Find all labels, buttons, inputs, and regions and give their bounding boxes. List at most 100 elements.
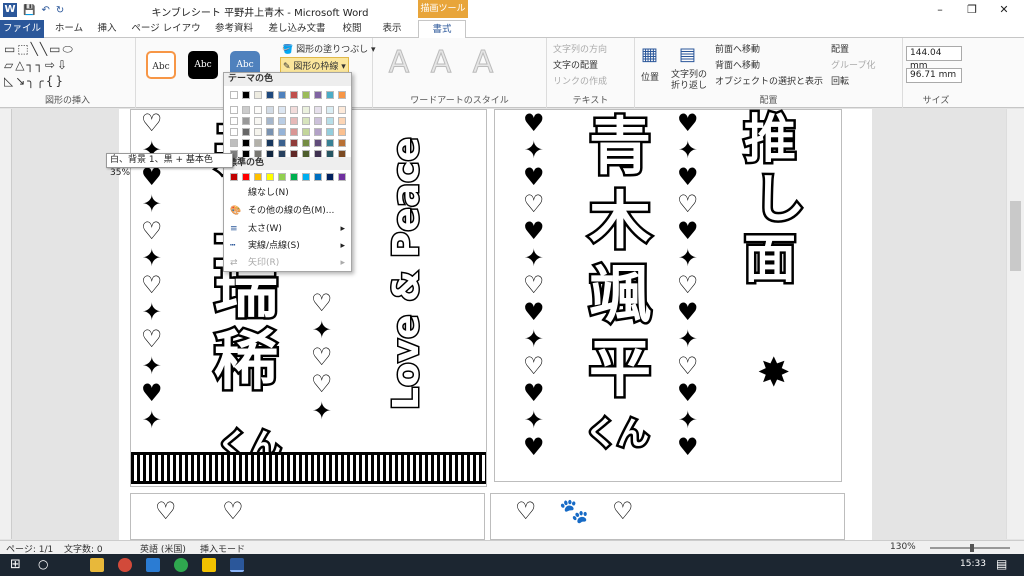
- theme-color-swatch[interactable]: [338, 106, 346, 114]
- dash-item[interactable]: ┅ 実線/点線(S) ▸: [224, 238, 351, 254]
- tab-format[interactable]: 書式: [418, 20, 466, 39]
- standard-color-swatch[interactable]: [266, 173, 274, 181]
- theme-color-swatch[interactable]: [278, 106, 286, 114]
- theme-color-swatch[interactable]: [266, 117, 274, 125]
- align-button[interactable]: 配置: [831, 42, 849, 55]
- theme-color-swatch[interactable]: [314, 117, 322, 125]
- standard-color-swatch[interactable]: [254, 173, 262, 181]
- theme-color-swatch[interactable]: [242, 128, 250, 136]
- tab-page-layout[interactable]: ページ レイアウト: [128, 20, 204, 52]
- word-taskbar-icon[interactable]: [230, 558, 244, 572]
- app-icon[interactable]: [174, 558, 188, 572]
- theme-color-swatch[interactable]: [338, 128, 346, 136]
- height-input[interactable]: 144.04 mm: [906, 46, 962, 71]
- theme-color-swatch[interactable]: [314, 128, 322, 136]
- theme-color-swatch[interactable]: [290, 117, 298, 125]
- edge-icon[interactable]: [146, 558, 160, 572]
- weight-item[interactable]: ≡ 太さ(W) ▸: [224, 221, 351, 237]
- theme-color-swatch[interactable]: [278, 117, 286, 125]
- theme-color-swatch[interactable]: [290, 128, 298, 136]
- theme-color-swatch[interactable]: [326, 117, 334, 125]
- wordart-sample-3[interactable]: A: [465, 45, 501, 80]
- theme-color-swatch[interactable]: [266, 91, 274, 99]
- theme-color-swatch[interactable]: [266, 139, 274, 147]
- style-sample-2[interactable]: Abc: [188, 51, 218, 79]
- position-button[interactable]: 位置: [641, 70, 659, 83]
- sheet-card-3[interactable]: ♥ ✦ ♥ ♡ ♥ ✦ ♡ ♥ ✦ ♡ ♥ ✦ ♥ ♥ ✦ ♥ ♡ ♥ ✦ ♡ …: [494, 108, 842, 482]
- restore-button[interactable]: ❐: [956, 0, 988, 20]
- tab-insert[interactable]: 挿入: [92, 20, 122, 38]
- standard-color-swatch[interactable]: [230, 173, 238, 181]
- minimize-button[interactable]: –: [924, 0, 956, 20]
- standard-color-swatch[interactable]: [314, 173, 322, 181]
- group-button[interactable]: グループ化: [831, 58, 875, 71]
- theme-color-swatch[interactable]: [230, 117, 238, 125]
- theme-color-swatch[interactable]: [314, 139, 322, 147]
- chrome-icon[interactable]: [118, 558, 132, 572]
- clock[interactable]: 15:33: [960, 559, 986, 569]
- theme-color-swatch[interactable]: [314, 91, 322, 99]
- scroll-thumb[interactable]: [1010, 201, 1021, 271]
- theme-color-swatch[interactable]: [326, 106, 334, 114]
- search-icon[interactable]: ○: [38, 557, 48, 571]
- close-button[interactable]: ✕: [988, 0, 1020, 20]
- bring-forward-button[interactable]: 前面へ移動: [715, 42, 760, 55]
- theme-color-swatch[interactable]: [338, 117, 346, 125]
- theme-color-swatch[interactable]: [254, 128, 262, 136]
- app2-icon[interactable]: [202, 558, 216, 572]
- shape-gallery-row2-icon[interactable]: ▱△┐┐⇨⇩: [4, 58, 69, 72]
- style-sample-1[interactable]: Abc: [146, 51, 176, 79]
- theme-color-swatch[interactable]: [302, 106, 310, 114]
- theme-color-swatch[interactable]: [254, 139, 262, 147]
- tab-mailings[interactable]: 差し込み文書: [266, 20, 328, 38]
- tab-review[interactable]: 校閲: [336, 20, 368, 38]
- theme-color-swatch[interactable]: [338, 91, 346, 99]
- tab-references[interactable]: 参考資料: [210, 20, 258, 38]
- shape-gallery-row3-icon[interactable]: ◺↘╮╭{}: [4, 74, 65, 88]
- theme-color-swatch[interactable]: [278, 128, 286, 136]
- theme-color-swatch[interactable]: [254, 91, 262, 99]
- theme-color-swatch[interactable]: [290, 91, 298, 99]
- theme-color-swatch[interactable]: [230, 106, 238, 114]
- theme-color-swatch[interactable]: [254, 106, 262, 114]
- theme-color-swatch[interactable]: [302, 128, 310, 136]
- theme-color-swatch[interactable]: [230, 128, 238, 136]
- more-colors-item[interactable]: 🎨 その他の線の色(M)...: [224, 203, 351, 219]
- tab-view[interactable]: 表示: [376, 20, 408, 38]
- create-link-button[interactable]: リンクの作成: [553, 74, 607, 87]
- file-explorer-icon[interactable]: [90, 558, 104, 572]
- standard-color-swatch[interactable]: [278, 173, 286, 181]
- theme-color-swatch[interactable]: [278, 91, 286, 99]
- wrap-text-icon[interactable]: ▤: [679, 44, 696, 65]
- text-align-button[interactable]: 文字の配置: [553, 58, 598, 71]
- theme-color-swatch[interactable]: [290, 139, 298, 147]
- theme-color-swatch[interactable]: [230, 91, 238, 99]
- zoom-level[interactable]: 130%: [890, 542, 916, 552]
- zoom-slider[interactable]: [930, 544, 1010, 552]
- theme-color-swatch[interactable]: [242, 106, 250, 114]
- standard-color-swatch[interactable]: [302, 173, 310, 181]
- arrow-item[interactable]: ⇄ 矢印(R) ▸: [224, 255, 351, 271]
- selection-pane-button[interactable]: オブジェクトの選択と表示: [715, 74, 823, 87]
- width-input[interactable]: 96.71 mm: [906, 68, 962, 83]
- theme-color-swatch[interactable]: [326, 128, 334, 136]
- theme-color-swatch[interactable]: [326, 139, 334, 147]
- wordart-sample-2[interactable]: A: [423, 45, 459, 80]
- sheet-card-6[interactable]: ♡ 🐾 ♡: [490, 493, 845, 540]
- theme-color-swatch[interactable]: [242, 139, 250, 147]
- zoom-slider-thumb[interactable]: [970, 544, 974, 552]
- rotate-button[interactable]: 回転: [831, 74, 849, 87]
- theme-color-swatch[interactable]: [290, 106, 298, 114]
- theme-color-swatch[interactable]: [338, 139, 346, 147]
- theme-color-swatch[interactable]: [242, 91, 250, 99]
- theme-color-swatch[interactable]: [278, 139, 286, 147]
- send-backward-button[interactable]: 背面へ移動: [715, 58, 760, 71]
- wordart-sample-1[interactable]: A: [381, 45, 417, 80]
- vertical-scrollbar[interactable]: [1006, 109, 1024, 539]
- shape-fill-button[interactable]: 🪣 図形の塗りつぶし ▾: [282, 42, 376, 55]
- no-line-item[interactable]: 線なし(N): [224, 185, 351, 201]
- theme-color-swatch[interactable]: [266, 128, 274, 136]
- shape-gallery-icon[interactable]: ▭⬚╲╲▭⬭: [4, 42, 75, 57]
- theme-color-swatch[interactable]: [302, 139, 310, 147]
- sheet-card-5[interactable]: ♡ ♡: [130, 493, 485, 540]
